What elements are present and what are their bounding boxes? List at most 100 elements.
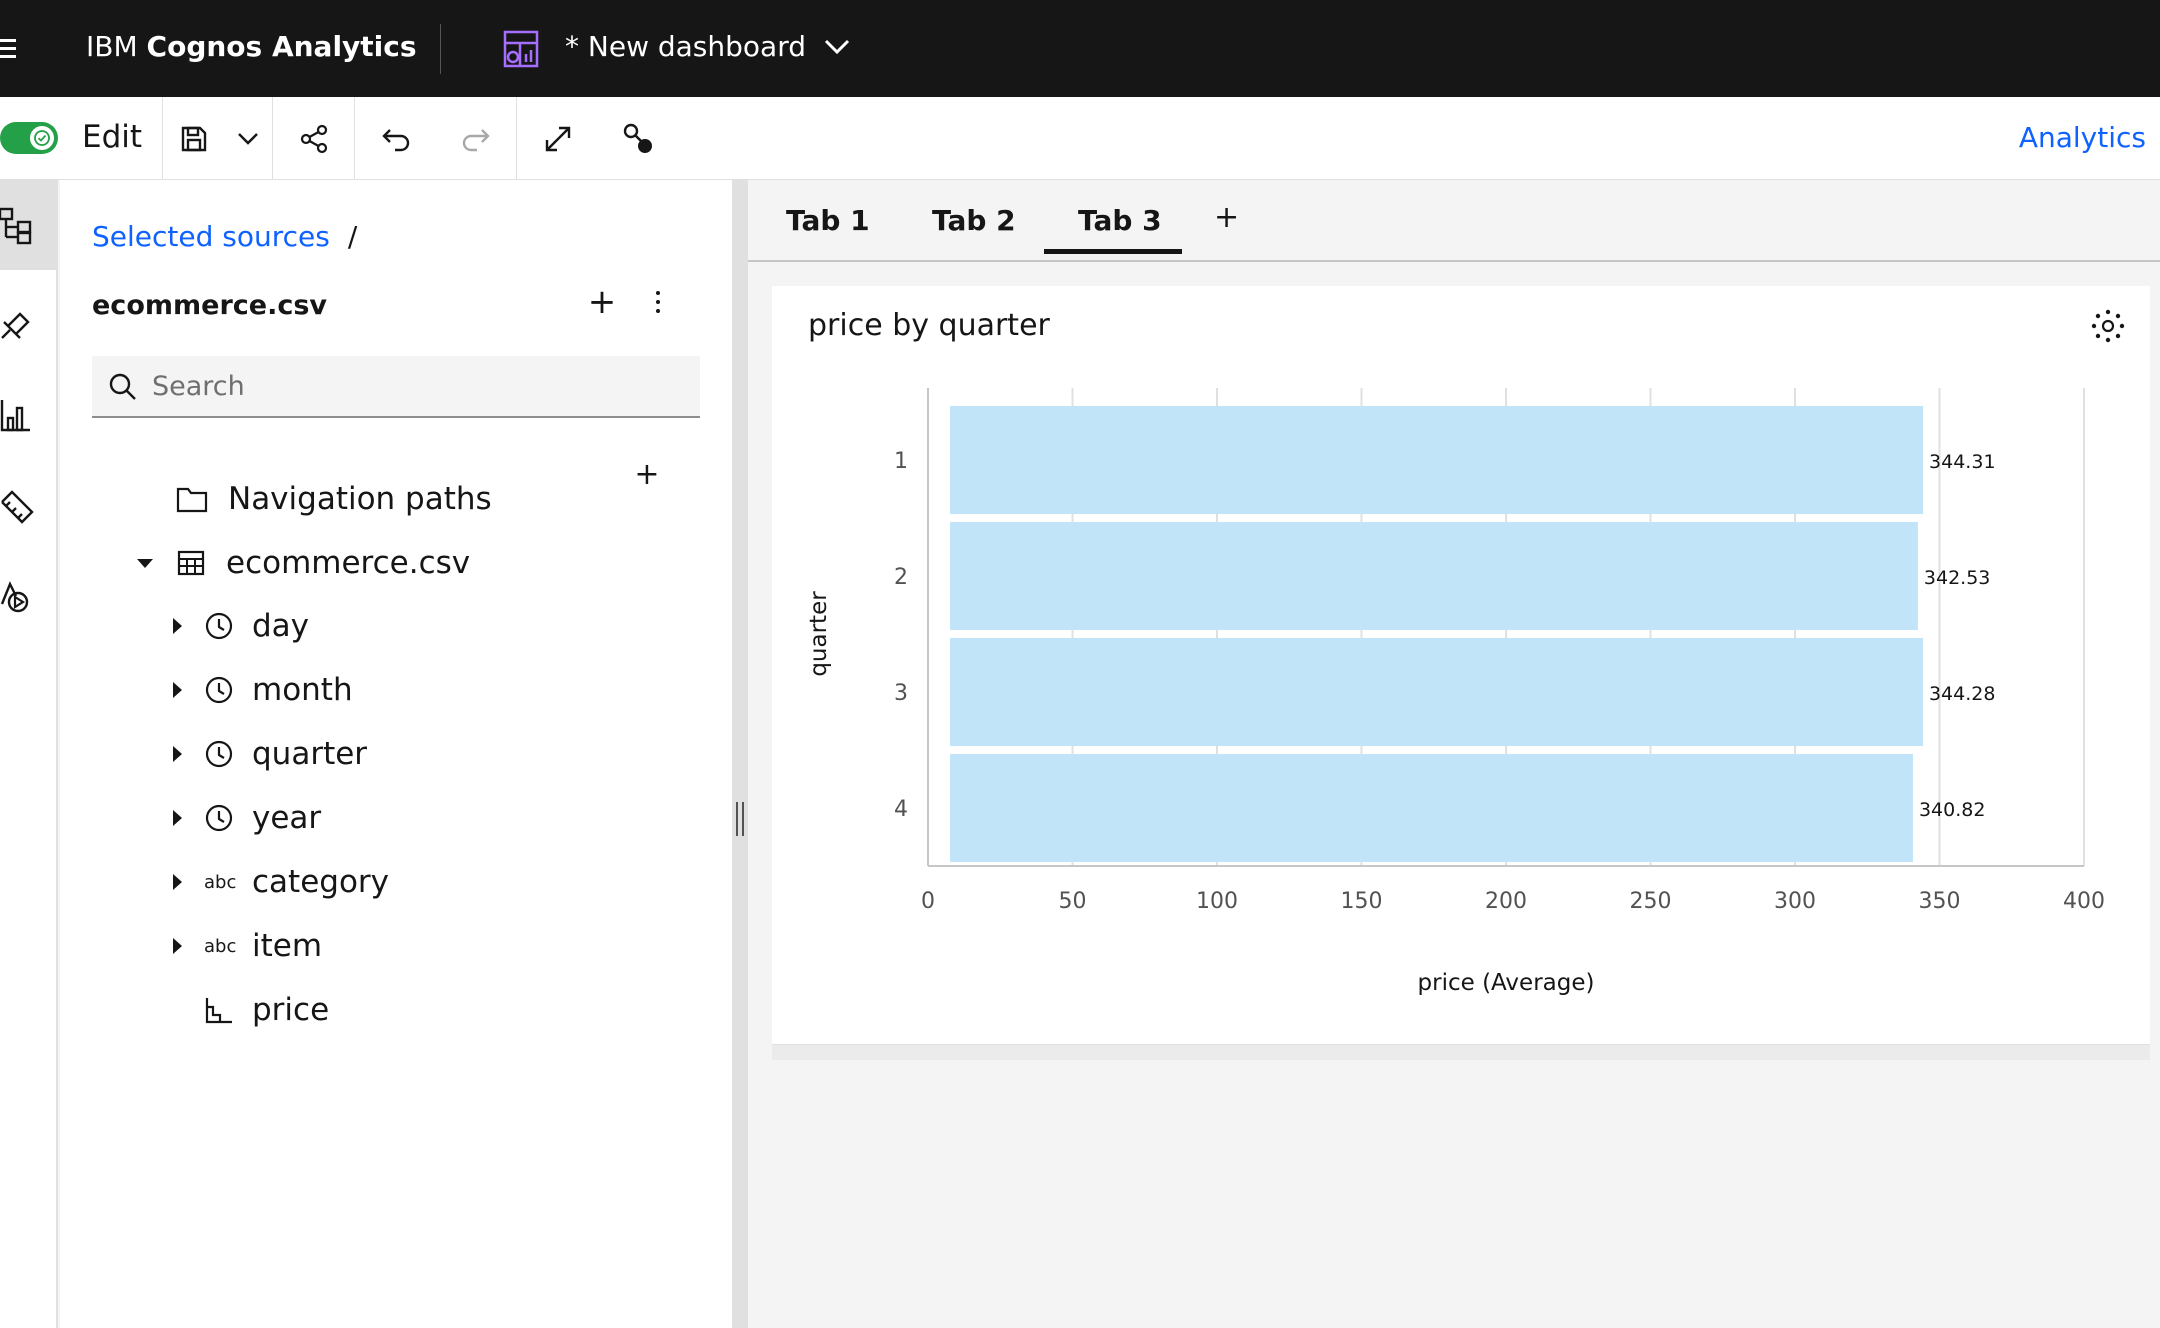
clock-icon	[205, 740, 233, 768]
caret-right-icon[interactable]	[166, 807, 188, 829]
toolbar-divider	[272, 97, 273, 180]
tree-item-navigation-paths[interactable]: Navigation paths	[176, 474, 492, 524]
bar-value-label: 344.31	[1929, 451, 1995, 473]
pin-icon	[1, 312, 30, 339]
tab-2[interactable]: Tab 2	[932, 204, 1016, 237]
panel-resize-handle[interactable]	[732, 180, 748, 1328]
toolbar-divider	[354, 97, 355, 180]
overflow-menu-icon[interactable]	[648, 284, 668, 320]
visualization-widget[interactable]: price by quarter 0 50 100 150 200 250 300 350 40…	[772, 286, 2150, 1044]
tree-item-price[interactable]: price	[204, 985, 329, 1035]
text-icon: abc	[204, 935, 237, 957]
clock-icon	[205, 676, 233, 704]
share-button[interactable]	[292, 117, 336, 161]
caret-down-icon[interactable]	[134, 552, 156, 574]
caret-right-icon[interactable]	[166, 935, 188, 957]
tree-item-category[interactable]: abc category	[166, 857, 389, 907]
widgets-icon	[1, 490, 34, 524]
chevron-down-icon[interactable]	[820, 35, 854, 59]
bar-value-label: 340.82	[1919, 799, 1985, 821]
tree-item-ecommerce-table[interactable]: ecommerce.csv	[134, 538, 470, 588]
caret-right-icon[interactable]	[166, 615, 188, 637]
y-axis-title: quarter	[806, 591, 832, 677]
source-name: ecommerce.csv	[92, 290, 328, 321]
maximize-icon	[545, 126, 571, 152]
rail-item-visualizations[interactable]	[0, 370, 58, 460]
redo-icon	[462, 129, 490, 152]
visualizations-icon	[0, 400, 30, 432]
caret-right-icon[interactable]	[166, 743, 188, 765]
breadcrumb: Selected sources /	[92, 220, 357, 253]
search-input[interactable]	[152, 356, 682, 416]
x-tick-label: 0	[921, 889, 935, 914]
tree-item-label: day	[252, 608, 310, 644]
tree-item-label: Navigation paths	[228, 481, 492, 517]
bar	[950, 638, 1923, 746]
bar	[950, 406, 1924, 514]
assistant-icon	[0, 581, 29, 613]
measure-icon	[205, 998, 232, 1024]
save-options-button[interactable]	[226, 117, 270, 161]
resize-grip-icon	[736, 802, 744, 836]
active-tab-indicator	[1044, 249, 1182, 254]
menu-icon[interactable]	[0, 34, 20, 62]
fullscreen-button[interactable]	[536, 117, 580, 161]
x-tick-label: 350	[1919, 889, 1961, 914]
tree-item-item[interactable]: abc item	[166, 921, 322, 971]
edit-label: Edit	[82, 119, 143, 155]
x-axis-title: price (Average)	[1418, 970, 1595, 996]
rail-item-assistant[interactable]	[0, 552, 58, 642]
add-tab-button[interactable]: +	[1214, 200, 1239, 235]
tree-item-day[interactable]: day	[166, 601, 309, 651]
share-icon	[300, 124, 328, 154]
tree-item-quarter[interactable]: quarter	[166, 729, 367, 779]
table-icon	[177, 550, 205, 576]
tree-item-label: month	[252, 672, 353, 708]
y-tick-label: 2	[894, 565, 908, 590]
tab-3[interactable]: Tab 3	[1078, 204, 1162, 237]
bar	[950, 754, 1913, 862]
x-tick-label: 300	[1774, 889, 1816, 914]
dashboard-title[interactable]: * New dashboard	[565, 30, 806, 63]
caret-right-icon[interactable]	[166, 871, 188, 893]
clock-icon	[205, 612, 233, 640]
clock-icon	[205, 804, 233, 832]
redo-button[interactable]	[454, 117, 498, 161]
rail-item-sources[interactable]	[0, 180, 58, 270]
x-tick-label: 100	[1196, 889, 1238, 914]
sources-icon	[0, 207, 32, 245]
undo-button[interactable]	[374, 117, 418, 161]
edit-toggle[interactable]	[0, 122, 58, 154]
undo-icon	[382, 129, 410, 152]
save-button[interactable]	[172, 117, 216, 161]
header-divider	[440, 24, 441, 74]
rail-item-widgets[interactable]	[0, 462, 58, 552]
relations-button[interactable]	[616, 117, 660, 161]
chevron-down-icon	[238, 133, 258, 145]
dashboard-icon	[503, 30, 539, 68]
y-tick-label: 4	[894, 797, 908, 822]
tab-1[interactable]: Tab 1	[786, 204, 870, 237]
bar-value-label: 344.28	[1929, 683, 1995, 705]
app-header: IBM Cognos Analytics * New dashboard	[0, 0, 2160, 97]
x-tick-label: 150	[1341, 889, 1383, 914]
breadcrumb-separator: /	[347, 220, 358, 253]
caret-right-icon[interactable]	[166, 679, 188, 701]
tree-item-month[interactable]: month	[166, 665, 353, 715]
search-field	[92, 356, 700, 418]
tree-item-label: category	[252, 864, 390, 900]
breadcrumb-selected-sources[interactable]: Selected sources	[92, 220, 330, 253]
tree-item-year[interactable]: year	[166, 793, 321, 843]
add-navigation-path-button[interactable]: +	[632, 460, 662, 490]
rail-item-pins[interactable]	[0, 280, 58, 370]
analytics-link[interactable]: Analytics	[2019, 121, 2146, 154]
toolbar-divider	[162, 97, 163, 180]
bar	[950, 522, 1918, 630]
add-source-button[interactable]: +	[584, 284, 620, 320]
tree-item-label: year	[252, 800, 322, 836]
widget-footer	[772, 1044, 2150, 1060]
x-tick-label: 400	[2063, 889, 2105, 914]
filter-link-icon	[623, 123, 652, 153]
dashboard-toolbar: Edit Analytics	[0, 97, 2160, 180]
folder-icon	[176, 487, 208, 513]
